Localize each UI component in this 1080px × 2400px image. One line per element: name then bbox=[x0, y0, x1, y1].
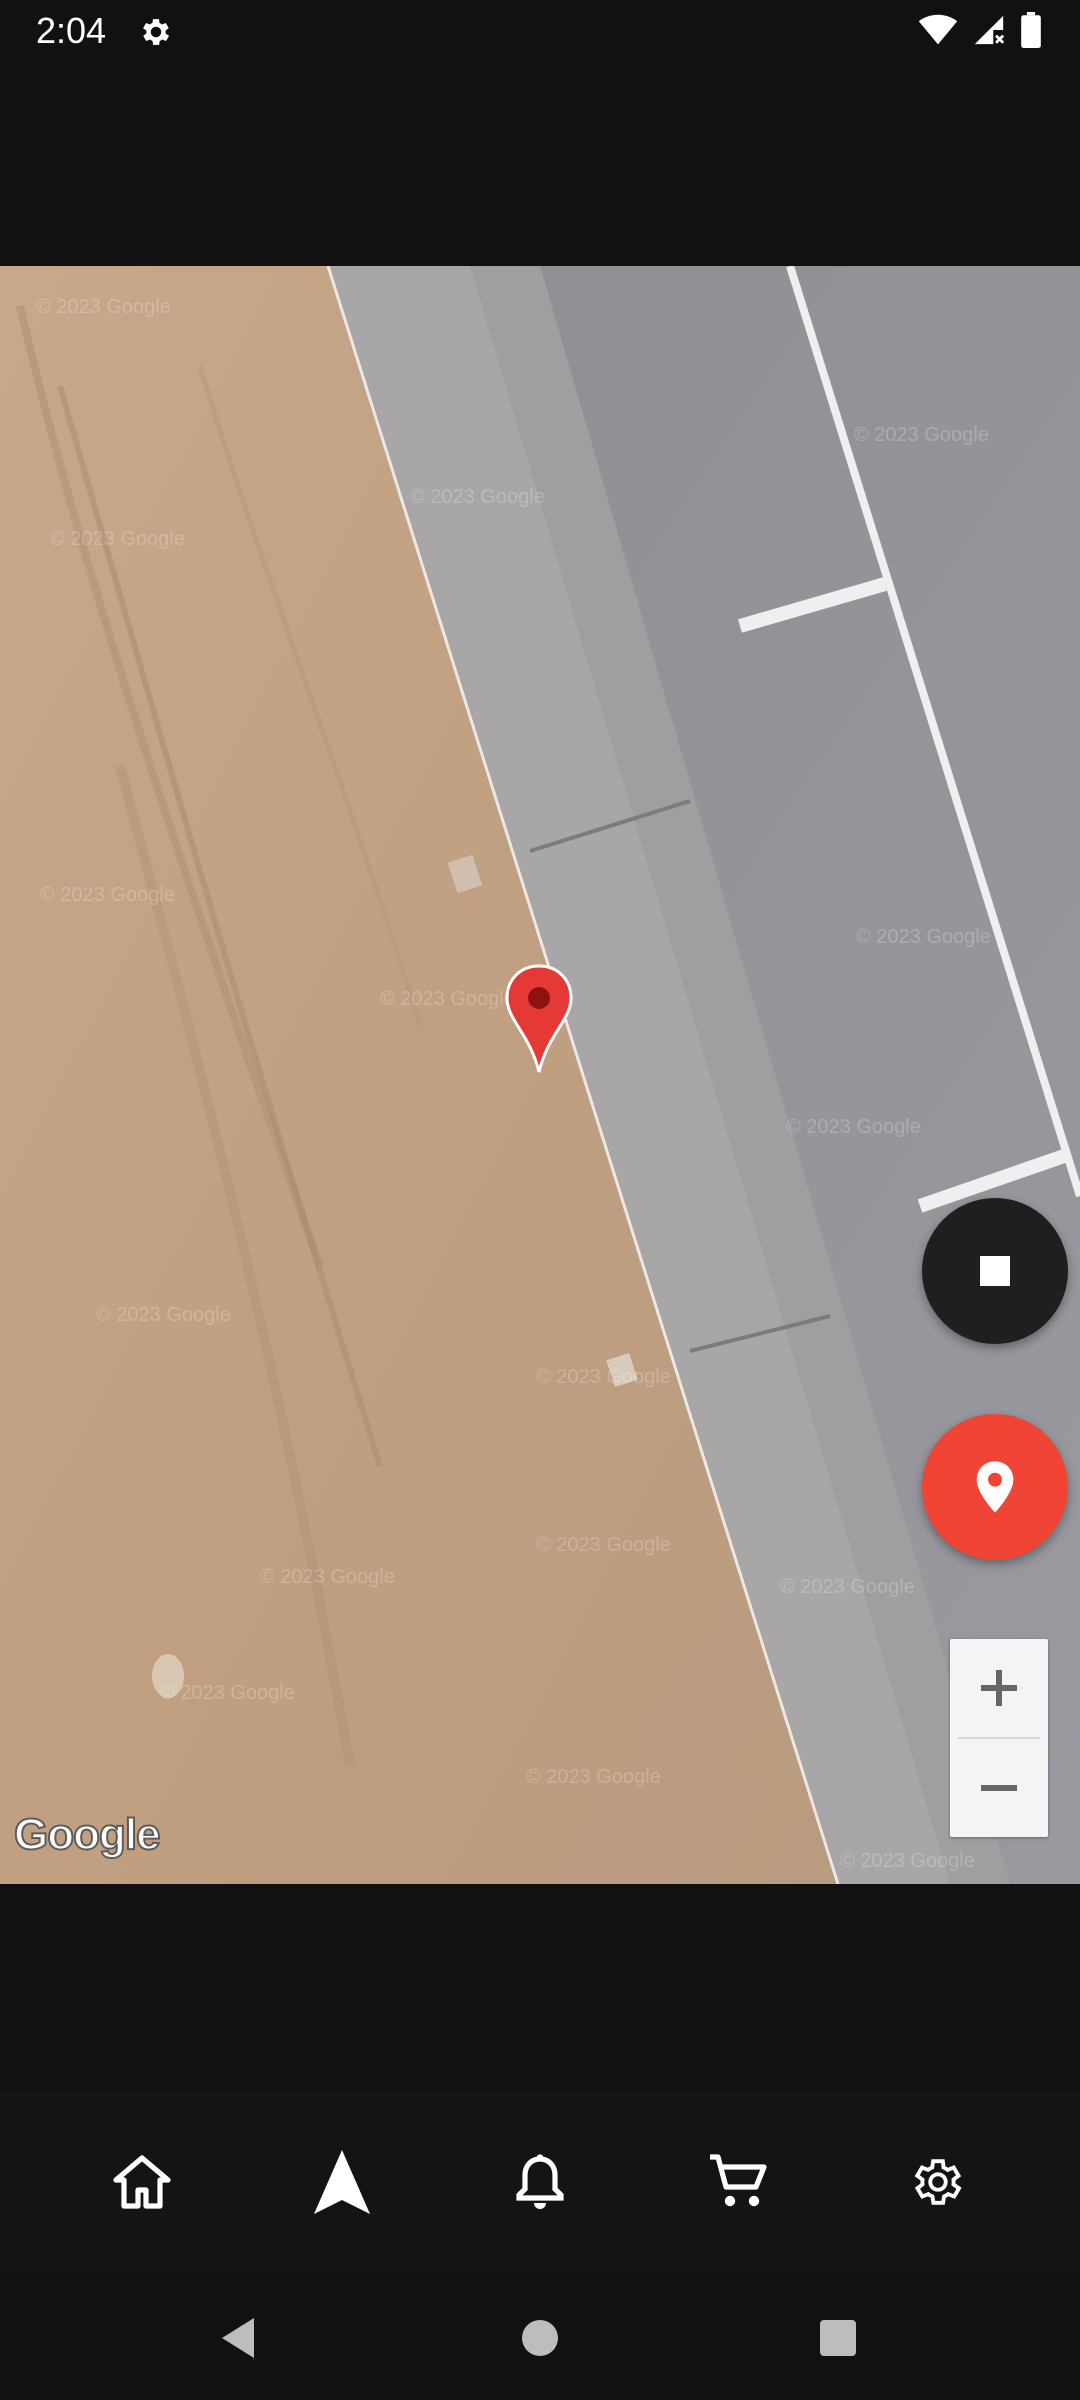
map-watermark: © 2023 Google bbox=[50, 528, 185, 550]
map-watermark: © 2023 Google bbox=[40, 884, 175, 906]
zoom-in-button[interactable] bbox=[950, 1639, 1048, 1737]
map-watermark: © 2023 Google bbox=[840, 1850, 975, 1872]
bottom-navigation bbox=[0, 2090, 1080, 2274]
map-watermark: © 2023 Google bbox=[854, 424, 989, 446]
settings-icon[interactable] bbox=[898, 2142, 978, 2222]
map-watermark: © 2023 Google bbox=[160, 1682, 295, 1704]
zoom-controls bbox=[950, 1639, 1048, 1837]
google-logo: Google bbox=[13, 1809, 162, 1860]
status-time: 2:04 bbox=[36, 10, 107, 51]
home-icon[interactable] bbox=[102, 2142, 182, 2222]
minus-icon bbox=[981, 1785, 1017, 1791]
back-icon[interactable] bbox=[214, 2314, 262, 2362]
recents-icon[interactable] bbox=[814, 2314, 862, 2362]
map-watermark: © 2023 Google bbox=[536, 1534, 671, 1556]
settings-icon bbox=[138, 14, 174, 50]
cart-icon[interactable] bbox=[698, 2142, 778, 2222]
wifi-icon bbox=[918, 14, 958, 51]
map-watermark: © 2023 Google bbox=[410, 486, 545, 508]
system-navigation bbox=[0, 2274, 1080, 2400]
map-watermark: © 2023 Google bbox=[786, 1116, 921, 1138]
map-watermark: © 2023 Google bbox=[536, 1366, 671, 1388]
status-bar: 2:04 bbox=[0, 0, 1080, 64]
cellular-no-data-icon bbox=[972, 13, 1006, 52]
map-watermark: © 2023 Google bbox=[36, 296, 171, 318]
map-watermark: © 2023 Google bbox=[260, 1566, 395, 1588]
stop-button[interactable] bbox=[922, 1198, 1068, 1344]
zoom-out-button[interactable] bbox=[950, 1739, 1048, 1837]
map-watermark: © 2023 Google bbox=[380, 988, 515, 1010]
status-icons bbox=[918, 11, 1042, 53]
navigation-arrow-icon[interactable] bbox=[302, 2142, 382, 2222]
map-view[interactable]: © 2023 Google © 2023 Google © 2023 Googl… bbox=[0, 266, 1080, 1884]
home-circle-icon[interactable] bbox=[516, 2314, 564, 2362]
map-watermark: © 2023 Google bbox=[96, 1304, 231, 1326]
map-watermark: © 2023 Google bbox=[780, 1576, 915, 1598]
map-watermark: © 2023 Google bbox=[856, 926, 991, 948]
plus-icon bbox=[981, 1670, 1017, 1706]
map-pin-icon[interactable] bbox=[504, 964, 574, 1076]
drop-pin-button[interactable] bbox=[922, 1414, 1068, 1560]
bell-icon[interactable] bbox=[500, 2142, 580, 2222]
map-watermark: © 2023 Google bbox=[526, 1766, 661, 1788]
location-pin-icon bbox=[976, 1461, 1014, 1513]
battery-icon bbox=[1020, 11, 1042, 53]
stop-icon bbox=[980, 1256, 1010, 1286]
